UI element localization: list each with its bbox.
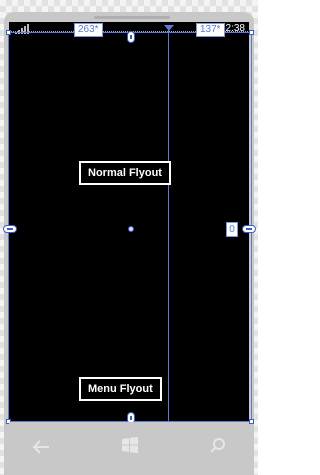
left-resize-handle[interactable] xyxy=(3,225,17,233)
margin-value-badge[interactable]: 0 xyxy=(226,222,238,237)
left-column-width-label[interactable]: 263* xyxy=(74,23,103,37)
top-right-corner-handle[interactable] xyxy=(249,30,254,35)
column-guide-line[interactable] xyxy=(168,26,169,422)
center-anchor-handle[interactable] xyxy=(128,226,134,232)
windows-start-icon[interactable] xyxy=(121,436,139,454)
right-column-width-label[interactable]: 137* xyxy=(196,23,225,37)
normal-flyout-button[interactable]: Normal Flyout xyxy=(79,161,171,185)
right-resize-handle[interactable] xyxy=(242,225,256,233)
back-arrow-icon[interactable] xyxy=(31,438,51,456)
top-resize-handle[interactable] xyxy=(127,31,135,43)
top-left-corner-handle[interactable] xyxy=(6,30,11,35)
menu-flyout-button[interactable]: Menu Flyout xyxy=(79,377,162,401)
earpiece xyxy=(94,16,170,19)
bottom-right-corner-handle[interactable] xyxy=(249,419,254,424)
phone-nav-bar xyxy=(9,422,249,475)
column-guide-arrow-icon[interactable] xyxy=(164,25,174,31)
search-icon[interactable] xyxy=(209,437,227,455)
